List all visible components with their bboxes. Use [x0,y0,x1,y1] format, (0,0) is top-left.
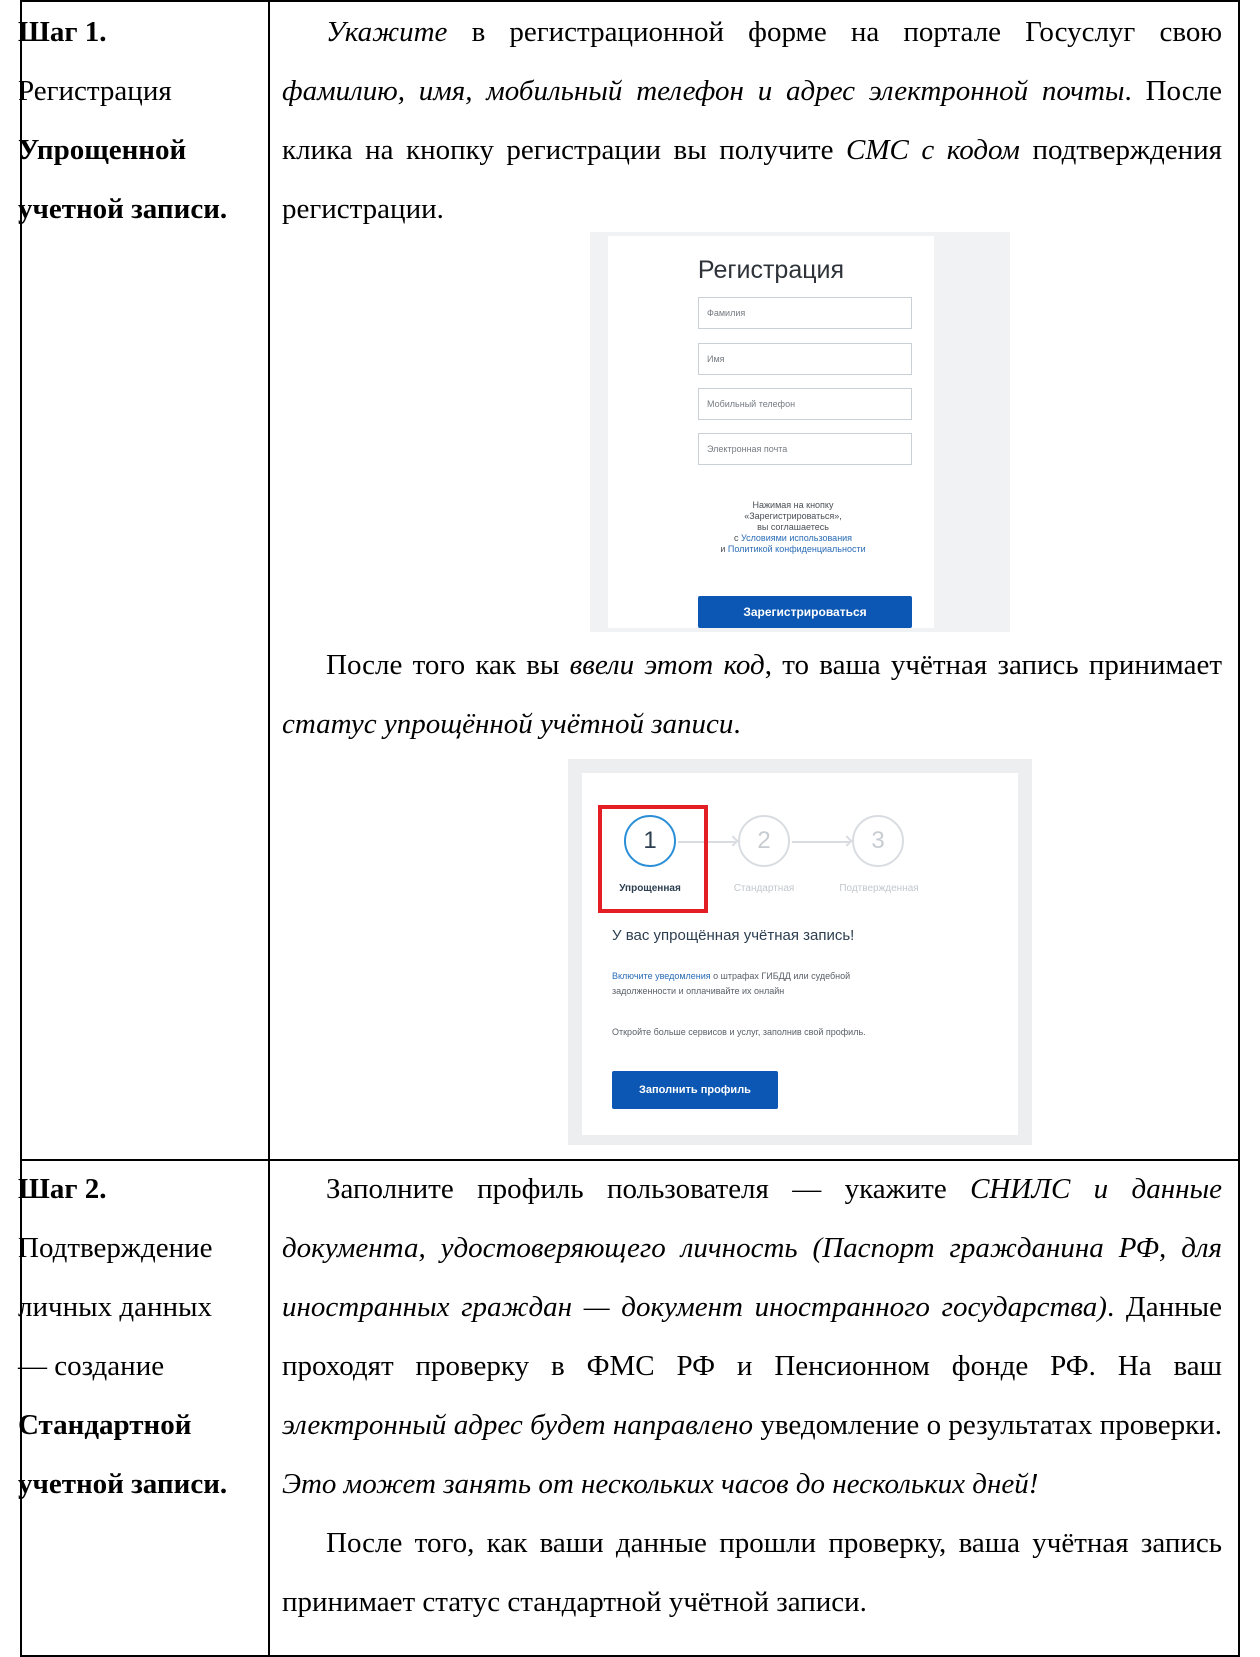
step-circle-3: 3 [852,815,904,867]
name-input[interactable] [698,343,912,375]
em-email-notice: электронный адрес будет направлено [282,1409,754,1441]
text: Заполните профиль пользователя — укажите [326,1173,971,1205]
column-divider [268,0,270,1657]
text: в регистрационной форме на портале Госус… [447,16,1222,48]
text: о штрафах ГИБДД или судебной [710,971,851,981]
em-specify: Укажите [326,16,448,48]
step1-paragraph-2: После того как вы ввели этот код, то ваш… [282,636,1222,754]
notify-link[interactable]: Включите уведомления [612,971,711,981]
step1-label: Шаг 1. Регистрация Упрощенной учетной за… [18,3,268,239]
step2-title: Подтверждение [18,1232,213,1264]
step2-title-2: личных данных [18,1291,212,1323]
email-input[interactable] [698,433,912,465]
step-circle-2: 2 [738,815,790,867]
text: уведомление о результатах проверки. [753,1409,1223,1441]
account-status-screenshot: 1 2 3 Упрощенная Стандартная Подтвержден… [568,759,1032,1145]
step2-number: Шаг 2. [18,1173,107,1205]
registration-form: Регистрация Нажимая на кнопку «Зарегистр… [608,236,934,628]
step1-subtitle: Упрощенной [18,134,187,166]
em-entered-code: ввели этот код [569,649,765,681]
arrow-icon [792,841,850,843]
consent-line: вы соглашаетесь [757,522,829,532]
form-title: Регистрация [697,256,845,284]
step2-subtitle: Стандартной [18,1409,192,1441]
registration-form-screenshot: Регистрация Нажимая на кнопку «Зарегистр… [590,232,1010,632]
notify-text: Включите уведомления о штрафах ГИБДД или… [612,969,1012,999]
step2-title-3: — создание [18,1350,165,1382]
em-status: статус упрощённой учётной записи [282,708,734,740]
consent-line: и [720,544,728,554]
em-sms: СМС с кодом [846,134,1020,166]
step2-subtitle-2: учетной записи. [18,1468,228,1500]
consent-line: Нажимая на кнопку [752,500,834,510]
status-card: 1 2 3 Упрощенная Стандартная Подтвержден… [582,773,1018,1135]
step1-subtitle-2: учетной записи. [18,193,228,225]
step2-paragraph-2: После того, как ваши данные прошли прове… [282,1514,1222,1632]
highlight-box [598,805,708,913]
consent-line: «Зарегистрироваться», [744,511,842,521]
text: , то ваша учётная запись принимает [764,649,1223,681]
text: . [733,708,741,740]
fill-profile-button[interactable]: Заполнить профиль [612,1071,778,1109]
step1-title: Регистрация [18,75,172,107]
phone-input[interactable] [698,388,912,420]
status-title: У вас упрощённая учётная запись! [612,927,855,944]
step1-number: Шаг 1. [18,16,107,48]
text: После того как вы [326,649,570,681]
step-label-3: Подтвержденная [839,883,919,894]
step2-label: Шаг 2. Подтверждение личных данных — соз… [18,1160,268,1514]
em-duration: Это может занять от нескольких часов до … [282,1468,1039,1500]
register-button[interactable]: Зарегистрироваться [698,596,912,628]
step1-paragraph-1: Укажите в регистрационной форме на порта… [282,3,1222,239]
step2-paragraph-1: Заполните профиль пользователя — укажите… [282,1160,1222,1514]
profile-text: Откройте больше сервисов и услуг, заполн… [612,1027,866,1037]
text: задолженности и оплачивайте их онлайн [612,986,785,996]
terms-link[interactable]: Условиями использования [741,533,852,543]
privacy-link[interactable]: Политикой конфиденциальности [728,544,866,554]
em-fields: фамилию, имя, мобильный телефон и адрес … [282,75,1125,107]
text: После того, как ваши данные прошли прове… [282,1527,1222,1618]
table-border-top [20,0,1240,2]
step-label-2: Стандартная [733,883,795,894]
consent-line: с [733,533,741,543]
table-border-right [1238,0,1240,1657]
surname-input[interactable] [698,297,912,329]
consent-text: Нажимая на кнопку «Зарегистрироваться», … [648,500,938,555]
